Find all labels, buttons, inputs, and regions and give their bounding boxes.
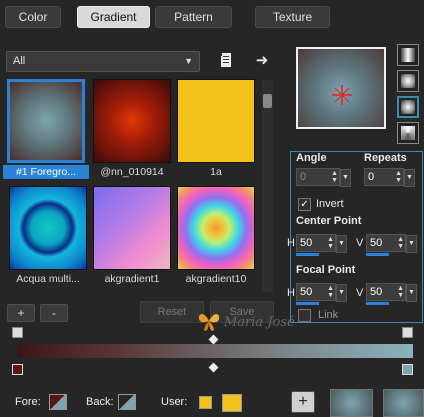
gradient-thumbnail [7,79,85,163]
watermark: Maria José [196,309,295,337]
gradient-label: @nn_010914 [100,166,164,178]
linear-style-button[interactable] [397,44,419,66]
focal-v-label: V [356,287,364,299]
color-midpoint-diamond[interactable] [208,362,219,373]
remove-gradient-button[interactable]: - [40,304,68,322]
spinner-arrows-icon[interactable]: ▲ ▼ [327,285,334,299]
dropdown-arrow-icon[interactable]: ▼ [404,169,415,187]
document-icon [219,53,231,67]
gradient-label: akgradient1 [104,273,160,285]
angle-input[interactable]: 0 ▲ ▼ ▼ [296,168,351,187]
spinner-arrows-icon[interactable]: ▲ ▼ [397,285,404,299]
category-dropdown[interactable]: All ▼ [6,51,200,72]
center-point-marker-icon[interactable] [332,85,352,105]
recent-gradient-swatch[interactable] [383,389,424,417]
focal-h-label: H [287,287,295,299]
recent-gradient-swatch[interactable] [330,389,373,417]
gradient-thumbnail [177,186,255,270]
center-v-label: V [356,237,364,249]
center-v-slider[interactable] [366,253,389,256]
spinner-arrows-icon[interactable]: ▲ ▼ [331,170,338,184]
link-label: Link [318,309,339,321]
rectangular-style-button[interactable] [397,70,419,92]
focal-point-label: Focal Point [296,264,356,276]
radial-style-button[interactable] [397,96,419,118]
fore-label: Fore: [15,396,41,408]
dropdown-arrow-icon[interactable]: ▼ [336,235,347,253]
center-h-input[interactable]: 50 ▲ ▼ ▼ [296,234,347,253]
sunburst-style-button[interactable] [397,122,419,144]
spinner-arrows-icon[interactable]: ▲ ▼ [397,236,404,250]
chevron-down-icon: ▼ [184,56,193,66]
reset-button[interactable]: Reset [140,301,204,323]
dropdown-arrow-icon[interactable]: ▼ [340,169,351,187]
back-label: Back: [86,396,114,408]
gradient-list-scrollbar[interactable] [262,80,273,292]
center-h-slider[interactable] [296,253,319,256]
dropdown-arrow-icon[interactable]: ▼ [336,284,347,302]
gradient-label: Acqua multi... [16,273,80,285]
user-label: User: [161,396,188,408]
arrow-right-icon: ➜ [255,52,269,69]
repeats-label: Repeats [364,152,407,164]
gradient-label: #1 Foregro... [3,165,89,179]
tab-texture[interactable]: Texture [255,6,330,28]
add-gradient-button[interactable]: + [7,304,35,322]
center-h-label: H [287,237,295,249]
fore-swatch[interactable] [49,394,67,410]
user-swatch-2[interactable] [222,394,242,412]
focal-h-slider[interactable] [296,302,319,305]
dropdown-arrow-icon[interactable]: ▼ [406,284,417,302]
spinner-arrows-icon[interactable]: ▲ ▼ [395,170,402,184]
rectangular-gradient-icon [401,74,415,88]
linear-gradient-icon [401,48,415,62]
user-swatch-1[interactable] [199,396,212,409]
invert-label: Invert [316,198,344,210]
tab-gradient[interactable]: Gradient [77,6,150,28]
gradient-label: akgradient10 [185,273,247,285]
repeats-input[interactable]: 0 ▲ ▼ ▼ [364,168,415,187]
center-point-label: Center Point [296,215,362,227]
angle-label: Angle [296,152,327,164]
tab-pattern[interactable]: Pattern [155,6,232,28]
butterfly-icon [198,314,220,331]
gradient-thumbnail [93,186,171,270]
opacity-stop-start[interactable] [12,327,23,338]
gradient-thumbnail [9,186,87,270]
tab-color[interactable]: Color [5,6,61,28]
dropdown-arrow-icon[interactable]: ▼ [406,235,417,253]
spinner-arrows-icon[interactable]: ▲ ▼ [327,236,334,250]
back-swatch[interactable] [118,394,136,410]
link-checkbox[interactable] [298,309,311,322]
center-v-input[interactable]: 50 ▲ ▼ ▼ [366,234,417,253]
add-swatch-button[interactable]: + [291,391,315,413]
sunburst-gradient-icon [401,126,415,140]
category-dropdown-value: All [13,55,26,67]
gradient-label: 1a [210,166,222,178]
gradient-editor-bar[interactable] [17,344,413,358]
focal-v-input[interactable]: 50 ▲ ▼ ▼ [366,283,417,302]
arrow-right-button[interactable]: ➜ [253,51,271,69]
focal-h-input[interactable]: 50 ▲ ▼ ▼ [296,283,347,302]
gradient-thumbnail [177,79,255,163]
opacity-stop-end[interactable] [402,327,413,338]
gradient-thumbnail [93,79,171,163]
focal-v-slider[interactable] [366,302,389,305]
color-stop-end[interactable] [402,364,413,375]
gradient-preview[interactable] [296,47,386,129]
gradient-menu-button[interactable] [217,51,235,69]
scrollbar-thumb[interactable] [263,94,272,108]
radial-gradient-icon [401,100,415,114]
color-stop-start[interactable] [12,364,23,375]
invert-checkbox[interactable]: ✓ [298,198,311,211]
